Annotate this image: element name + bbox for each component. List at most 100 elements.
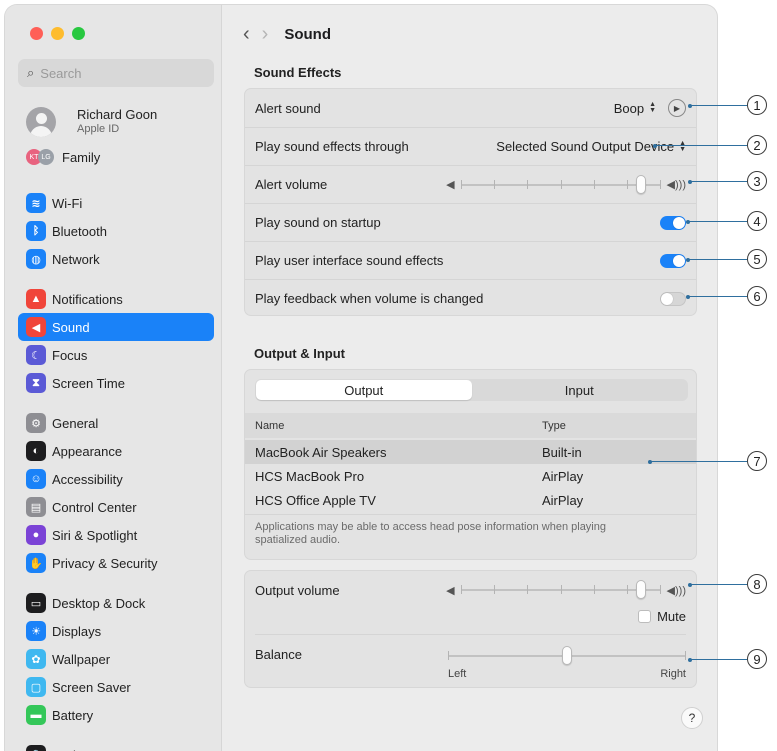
sidebar-item-label: Privacy & Security [52, 555, 158, 571]
sidebar-item-bluetooth[interactable]: ᛒ Bluetooth [18, 217, 214, 245]
alert-sound-value: Boop [613, 100, 645, 116]
sidebar-item-label: Sound [52, 319, 90, 335]
slider-tick [659, 179, 661, 189]
sidebar-item-wi-fi[interactable]: ≋ Wi-Fi [18, 189, 214, 217]
callout-line [690, 181, 747, 182]
slider-tick [593, 585, 595, 594]
tab-output[interactable]: Output [256, 380, 472, 400]
sidebar-item-label: Displays [52, 623, 102, 639]
slider-tick [593, 179, 595, 189]
device-type: AirPlay [542, 492, 584, 508]
sidebar-item-label: Appearance [52, 443, 123, 459]
page-title: Sound [284, 26, 331, 43]
output-volume-label: Output volume [255, 582, 340, 598]
sidebar-item-control-center[interactable]: ▤ Control Center [18, 493, 214, 521]
mute-checkbox[interactable]: Mute [638, 609, 686, 624]
slider-tick [448, 651, 449, 660]
slider-knob[interactable] [635, 174, 646, 194]
speaker-low-icon: ◀ [446, 179, 455, 191]
wallpaper-icon: ✿ [26, 649, 46, 669]
table-row[interactable]: MacBook Air Speakers Built-in [245, 440, 696, 464]
balance-slider[interactable] [448, 646, 686, 665]
sidebar-item-label: Family [62, 149, 101, 165]
slider-tick [560, 585, 562, 594]
search-field[interactable]: ⌕ Search [18, 59, 214, 87]
close-button[interactable] [30, 27, 43, 40]
callout-dot [688, 657, 692, 662]
output-input-group: Output Input Name Type MacBook Air Speak… [244, 369, 697, 560]
device-name: HCS MacBook Pro [255, 468, 365, 484]
mute-checkbox-box[interactable] [638, 609, 652, 623]
balance-right-label: Right [660, 668, 686, 680]
sidebar-item-label: Desktop & Dock [52, 595, 146, 611]
callout-number: 3 [747, 171, 767, 191]
sidebar-item-notifications[interactable]: ▲ Notifications [18, 285, 214, 313]
tab-input[interactable]: Input [472, 380, 688, 400]
callout-number: 6 [747, 286, 767, 306]
appearance-icon: ◐ [26, 441, 46, 461]
sidebar-item-lock-screen[interactable]: 🔒 Lock Screen [18, 741, 214, 751]
play-through-popup[interactable]: Selected Sound Output Device ▲ ▼ [496, 139, 686, 154]
output-input-segmented-control: Output Input [255, 379, 688, 401]
play-alert-button[interactable]: ▶ [668, 99, 686, 117]
sidebar-item-accessibility[interactable]: ☺ Accessibility [18, 465, 214, 493]
output-volume-slider[interactable] [460, 580, 661, 599]
sidebar-item-siri-spotlight[interactable]: ● Siri & Spotlight [18, 521, 214, 549]
sidebar-item-label: Accessibility [52, 471, 123, 487]
minimize-button[interactable] [51, 27, 64, 40]
hourglass-icon: ⧗ [26, 373, 46, 393]
sidebar-item-appearance[interactable]: ◐ Appearance [18, 437, 214, 465]
speaker-low-icon: ◀ [446, 584, 455, 597]
sidebar-item-desktop-dock[interactable]: ▭ Desktop & Dock [18, 589, 214, 617]
slider-tick [460, 179, 462, 189]
table-row[interactable]: HCS Office Apple TV AirPlay [245, 488, 696, 512]
play-through-value: Selected Sound Output Device [496, 139, 675, 154]
column-header-name[interactable]: Name [245, 420, 542, 432]
device-type: AirPlay [542, 468, 584, 484]
ui-sound-effects-row: Play user interface sound effects [245, 241, 696, 279]
sidebar-item-family[interactable]: KT LG Family [18, 143, 214, 171]
callout-number: 5 [747, 249, 767, 269]
sidebar-item-displays[interactable]: ☀ Displays [18, 617, 214, 645]
slider-knob[interactable] [562, 646, 572, 665]
output-input-heading: Output & Input [254, 346, 345, 361]
sidebar-item-screen-saver[interactable]: ▢ Screen Saver [18, 673, 214, 701]
dock-icon: ▭ [26, 593, 46, 613]
table-row[interactable]: HCS MacBook Pro AirPlay [245, 464, 696, 488]
apple-id-account[interactable]: Richard Goon Apple ID [18, 101, 214, 143]
startup-sound-label: Play sound on startup [255, 215, 381, 230]
ui-sound-effects-toggle[interactable] [660, 253, 686, 268]
globe-icon: ◍ [26, 249, 46, 269]
alert-volume-slider[interactable] [460, 174, 661, 194]
sidebar-item-wallpaper[interactable]: ✿ Wallpaper [18, 645, 214, 673]
startup-sound-toggle[interactable] [660, 215, 686, 230]
forward-button[interactable]: › [262, 23, 269, 46]
screen-saver-icon: ▢ [26, 677, 46, 697]
sidebar-item-battery[interactable]: ▬ Battery [18, 701, 214, 729]
back-button[interactable]: ‹ [243, 23, 250, 46]
alert-sound-row: Alert sound Boop ▲ ▼ ▶ [245, 89, 696, 127]
callout-line [688, 259, 747, 260]
alert-sound-popup[interactable]: Boop ▲ ▼ [614, 101, 656, 116]
sidebar-item-general[interactable]: ⚙ General [18, 409, 214, 437]
sun-icon: ☀ [26, 621, 46, 641]
volume-feedback-toggle[interactable] [660, 291, 686, 306]
device-name: HCS Office Apple TV [255, 492, 376, 508]
speaker-high-icon: ◀))) [666, 179, 686, 191]
balance-label: Balance [255, 647, 302, 662]
sidebar-item-screen-time[interactable]: ⧗ Screen Time [18, 369, 214, 397]
sidebar-item-privacy-security[interactable]: ✋ Privacy & Security [18, 549, 214, 577]
accessibility-icon: ☺ [26, 469, 46, 489]
spatial-audio-note: Applications may be able to access head … [255, 521, 675, 547]
sidebar-item-sound[interactable]: ◀ Sound [18, 313, 214, 341]
sidebar-item-network[interactable]: ◍ Network [18, 245, 214, 273]
bell-icon: ▲ [26, 289, 46, 309]
battery-icon: ▬ [26, 705, 46, 725]
sidebar-item-focus[interactable]: ☾ Focus [18, 341, 214, 369]
help-button[interactable]: ? [681, 707, 703, 729]
zoom-button[interactable] [72, 27, 85, 40]
slider-tick [526, 179, 528, 189]
sidebar-item-label: Battery [52, 707, 94, 723]
column-header-type[interactable]: Type [542, 420, 566, 432]
slider-tick [493, 585, 495, 594]
